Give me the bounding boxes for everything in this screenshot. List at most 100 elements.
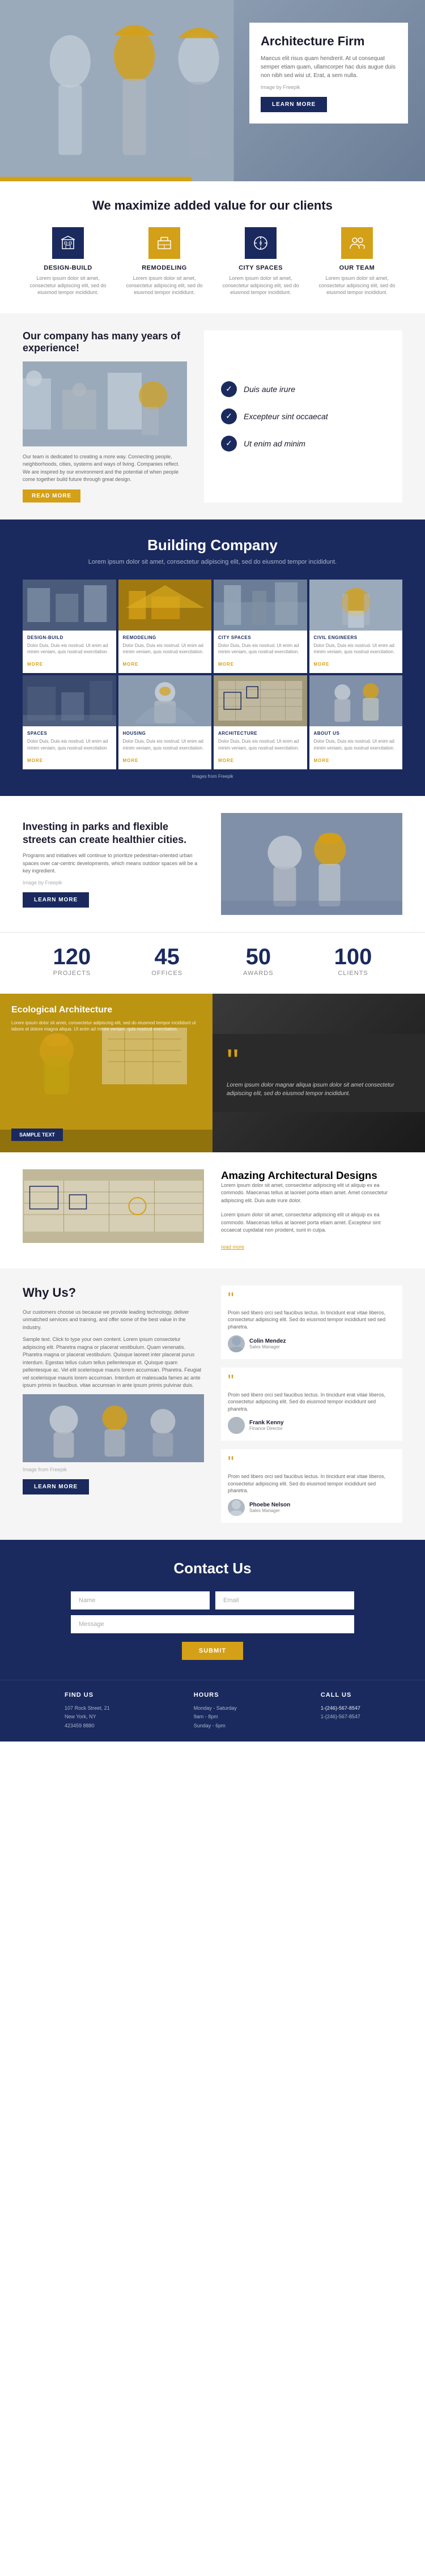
feature-our-team-title: OUR TEAM [312, 265, 402, 271]
amazing-read-more-link[interactable]: read more [221, 1244, 244, 1250]
building-card-civil-engineers: CIVIL ENGINEERS Dolor Duis, Duis eis nos… [309, 580, 403, 673]
whyus-image [23, 1394, 204, 1462]
author-info-1: Colin Mendez Sales Manager [249, 1338, 286, 1349]
experience-body: Our team is dedicated to creating a more… [23, 453, 187, 484]
hero-section: Architecture Firm Maecus elit risus quam… [0, 0, 425, 181]
contact-message-input[interactable] [71, 1615, 354, 1633]
stat-awards-number: 50 [243, 944, 273, 970]
hero-card: Architecture Firm Maecus elit risus quam… [249, 23, 408, 124]
amazing-svg [23, 1169, 204, 1243]
whyus-heading: Why Us? [23, 1285, 204, 1300]
card-body-5: SPACES Dolor Duis, Duis eis nostrud. Ut … [23, 726, 116, 769]
hero-people-image [0, 0, 234, 181]
hero-learn-more-button[interactable]: LEARN MORE [261, 97, 327, 112]
card-svg-8 [309, 675, 403, 726]
stat-projects-label: PROJECTS [53, 970, 91, 977]
team-icon [349, 235, 365, 251]
card-desc-7: Dolor Duis, Duis eis nostrud. Ut enim ad… [218, 738, 303, 751]
card-img-architecture [214, 675, 307, 726]
footer-phone-2: 1-(246)-567-8547 [321, 1713, 360, 1721]
check-item-1: ✓ Duis aute irure [221, 381, 385, 397]
card-body-7: ARCHITECTURE Dolor Duis, Duis eis nostru… [214, 726, 307, 769]
building-card-about-us: ABOUT US Dolor Duis, Duis eis nostrud. U… [309, 675, 403, 769]
card-more-button-7[interactable]: MORE [218, 758, 234, 763]
whyus-svg [23, 1394, 204, 1462]
card-tag-7: ARCHITECTURE [218, 731, 303, 736]
contact-heading: Contact Us [23, 1560, 402, 1577]
author-info-2: Frank Kenny Finance Director [249, 1420, 284, 1431]
card-more-button-5[interactable]: MORE [27, 758, 43, 763]
feature-city-spaces: CITY SPACES Lorem ipsum dolor sit amet, … [215, 227, 306, 296]
card-more-button-4[interactable]: MORE [314, 662, 330, 667]
investing-heading: Investing in parks and flexible streets … [23, 820, 204, 847]
footer-phone-1: 1-(246)-567-8547 [321, 1704, 360, 1713]
building-subheading: Lorem ipsum dolor sit amet, consectetur … [23, 559, 402, 565]
stats-section: 120 PROJECTS 45 OFFICES 50 AWARDS 100 CL… [0, 932, 425, 994]
testimonial-2: " Proin sed libero orci sed faucibus lec… [221, 1368, 402, 1441]
whyus-desc: Our customers choose us because we provi… [23, 1309, 204, 1332]
contact-section: Contact Us SUBMIT [0, 1540, 425, 1680]
stat-awards-label: AWARDS [243, 970, 273, 977]
card-desc-2: Dolor Duis, Duis eis nostrud. Ut enim ad… [123, 642, 207, 655]
eco-body: Lorem ipsum dolor sit amet, consectetur … [11, 1020, 201, 1032]
remodeling-icon [148, 227, 180, 259]
value-section: We maximize added value for our clients … [0, 181, 425, 313]
testimonial-author-2: Frank Kenny Finance Director [228, 1417, 396, 1434]
check-text-1: Duis aute irure [244, 385, 295, 394]
feature-city-spaces-title: CITY SPACES [215, 265, 306, 271]
amazing-body2: Lorem ipsum dolor sit amet, consectetur … [221, 1211, 402, 1234]
card-svg-5 [23, 675, 116, 726]
whyus-right: " Proin sed libero orci sed faucibus lec… [221, 1285, 402, 1523]
card-img-housing [118, 675, 212, 726]
avatar-svg-3 [228, 1499, 245, 1516]
check-icon-2: ✓ [221, 408, 237, 424]
avatar-3 [228, 1499, 245, 1516]
experience-readmore-button[interactable]: READ MORE [23, 489, 80, 503]
ecological-section: Ecological Architecture Lorem ipsum dolo… [0, 994, 425, 1152]
card-body-6: HOUSING Dolor Duis, Duis eis nostrud. Ut… [118, 726, 212, 769]
card-more-button-2[interactable]: MORE [123, 662, 139, 667]
feature-remodeling: REMODELING Lorem ipsum dolor sit amet, c… [119, 227, 210, 296]
experience-img-svg [23, 361, 187, 446]
hero-yellow-bar [0, 177, 192, 181]
card-img-about-us [309, 675, 403, 726]
card-more-button-6[interactable]: MORE [123, 758, 139, 763]
card-more-button-8[interactable]: MORE [314, 758, 330, 763]
contact-form: SUBMIT [71, 1591, 354, 1660]
whyus-learn-more-button[interactable]: LEARN MORE [23, 1479, 89, 1494]
amazing-body1: Lorem ipsum dolor sit amet, consectetur … [221, 1182, 402, 1205]
building-card-remodeling: REMODELING Dolor Duis, Duis eis nostrud.… [118, 580, 212, 673]
avatar-svg-2 [228, 1417, 245, 1434]
card-img-remodeling [118, 580, 212, 631]
contact-email-input[interactable] [215, 1591, 354, 1610]
contact-submit-button[interactable]: SUBMIT [182, 1642, 243, 1660]
avatar-svg-1 [228, 1335, 245, 1352]
hero-description: Maecus elit risus quam hendrerit. At ut … [261, 54, 397, 80]
contact-name-input[interactable] [71, 1591, 210, 1610]
investing-learn-more-button[interactable]: LEARN MORE [23, 892, 89, 908]
our-team-icon [341, 227, 373, 259]
card-tag-2: REMODELING [123, 635, 207, 640]
amazing-section: Amazing Architectural Designs Lorem ipsu… [0, 1152, 425, 1268]
feature-city-spaces-desc: Lorem ipsum dolor sit amet, consectetur … [215, 275, 306, 296]
eco-sample-button[interactable]: SAMPLE TEXT [11, 1129, 63, 1141]
footer-find-us: FIND US 107 Rock Street, 21New York, NY4… [65, 1692, 110, 1730]
testimonial-author-3: Phoebe Nelson Sales Manager [228, 1499, 396, 1516]
value-heading: We maximize added value for our clients [23, 198, 402, 213]
feature-design-build-desc: Lorem ipsum dolor sit amet, consectetur … [23, 275, 113, 296]
testimonial-text-1: Proin sed libero orci sed faucibus lectu… [228, 1309, 396, 1331]
check-item-3: ✓ Ut enim ad minim [221, 436, 385, 452]
eco-right: " Lorem ipsum dolor magnar aliqua ipsum … [212, 994, 425, 1152]
author-role-2: Finance Director [249, 1426, 284, 1431]
card-more-button-3[interactable]: MORE [218, 662, 234, 667]
card-svg-6 [118, 675, 212, 726]
footer: FIND US 107 Rock Street, 21New York, NY4… [0, 1680, 425, 1742]
stat-offices-label: OFFICES [151, 970, 182, 977]
card-img-design-build [23, 580, 116, 631]
card-more-button-1[interactable]: MORE [27, 662, 43, 667]
amazing-image [23, 1169, 204, 1243]
eco-left: Ecological Architecture Lorem ipsum dolo… [0, 994, 212, 1152]
card-svg-7 [214, 675, 307, 726]
whyus-body: Sample text. Click to type your own cont… [23, 1336, 204, 1390]
check-icon-3: ✓ [221, 436, 237, 452]
